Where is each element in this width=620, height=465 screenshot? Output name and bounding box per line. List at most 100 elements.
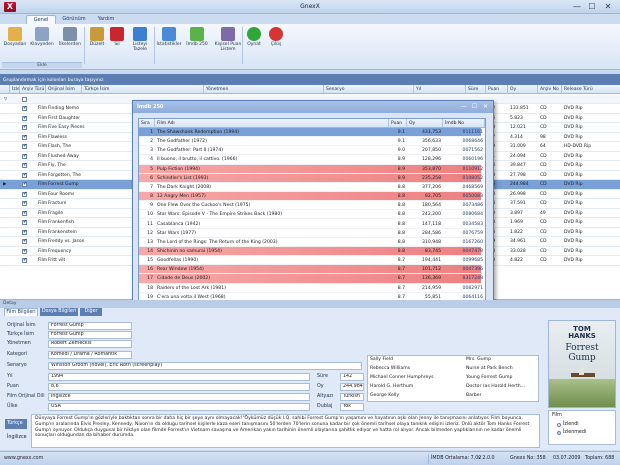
lang-tab-english[interactable]: İngilizce [5,433,27,443]
imdb-row[interactable]: 6 Schindler's List (1993) 8.9 235,258 010805… [139,173,483,183]
imdb-row[interactable]: 10 Star Wars: Episode V - The Empire Stri… [139,210,483,220]
cell-votes: 33.028 [510,248,526,254]
grid-column-header[interactable]: Puan [486,85,508,94]
grid-column-header[interactable]: Arşiv Türü [20,85,46,94]
imdb-row[interactable]: 15 Goodfellas (1990) 8.7 194,441 0099685 [139,256,483,266]
imdb-row[interactable]: 16 Rear Window (1954) 8.7 101,712 0047396 [139,265,483,275]
grid-column-header[interactable]: Yönetmen [204,85,324,94]
dubbing-field[interactable]: Yok [340,403,364,411]
plot-summary[interactable]: Dünyaya Forrest Gump'ın gözleriyle baktı… [31,414,540,448]
refresh-list-button[interactable]: Listeyi Tazele [128,27,152,52]
year-field[interactable]: 1994 [48,373,310,381]
tab-other[interactable]: Diğer [80,308,102,316]
orig-name-field[interactable]: Forrest Gump [48,322,132,330]
grid-column-header[interactable]: Orijinal İsim [46,85,82,94]
score-field[interactable]: 8,6 [48,383,310,391]
edit-button[interactable]: Düzelt [86,27,108,47]
watched-checkbox[interactable] [22,153,27,159]
watched-checkbox[interactable] [22,172,27,178]
watched-checkbox[interactable] [22,200,27,206]
imdb-column-header[interactable]: Sıra [139,119,155,128]
watched-checkbox[interactable] [22,238,27,244]
grid-column-header[interactable]: İzlendi [10,85,20,94]
imdb-column-header[interactable]: Film Adı [155,119,389,128]
statistics-button[interactable]: İstatistikler [155,27,183,47]
from-file-button[interactable]: Dosyadan [2,27,28,47]
watched-checkbox[interactable] [22,143,27,149]
imdb-row[interactable]: 4 Il buono, il brutto, il cattivo. (1966)… [139,155,483,165]
imdb-column-header[interactable]: Oy [407,119,443,128]
watched-checkbox[interactable] [22,134,27,140]
tab-file-info[interactable]: Dosya Bilgileri [40,308,78,316]
grid-column-header[interactable]: Süre [466,85,486,94]
subtitle-label: Altyazı [317,394,334,399]
dialog-maximize-button[interactable]: ☐ [470,103,479,111]
grid-column-header[interactable]: Release Türü [562,85,620,94]
watched-checkbox[interactable] [22,181,27,187]
exit-button[interactable]: Çıkış [266,27,286,47]
imdb-row[interactable]: 11 Casablanca (1942) 8.8 147,118 0034583 [139,220,483,229]
scenario-field[interactable]: Winston Groom (novel), Eric Roth (screen… [48,362,362,370]
delete-button[interactable]: Sil [108,27,126,47]
grid-column-header[interactable]: Türkçe İsim [82,85,204,94]
category-field[interactable]: Komedi / Drama / Romantik [48,351,132,359]
imdb-row[interactable]: 5 Pulp Fiction (1994) 8.9 353,870 0110912 [139,164,483,174]
play-button[interactable]: Oynat [244,27,264,47]
watched-checkbox[interactable] [22,257,27,263]
personal-list-button[interactable]: Kişisel Puan Listem [213,27,243,52]
imdb-column-header[interactable]: İmdb No [443,119,485,128]
imdb-row[interactable]: 9 One Flew Over the Cuckoo's Nest (1975) 8… [139,201,483,211]
watched-checkbox[interactable] [22,191,27,197]
watched-checkbox[interactable] [22,210,27,216]
grid-column-header[interactable]: Yıl [414,85,466,94]
watched-checkbox[interactable] [22,219,27,225]
grid-column-header[interactable]: Senaryo [324,85,414,94]
close-button[interactable]: ✕ [601,1,615,12]
imdb-row[interactable]: 18 Raiders of the Lost Ark (1981) 8.7 214,9… [139,284,483,293]
tab-genel[interactable]: Genel [26,15,56,24]
grid-column-header[interactable]: Oy [508,85,538,94]
from-list-button[interactable]: İlkelerden [56,27,84,47]
maximize-button[interactable]: ☐ [585,1,599,12]
tr-name-field[interactable]: Forrest Gump [48,331,132,339]
table-scrollbar[interactable] [485,119,486,314]
watched-checkbox[interactable] [22,115,27,121]
imdb-row[interactable]: 12 Star Wars (1977) 8.8 284,586 0076759 [139,229,483,238]
imdb-row[interactable]: 17 Cidade de Deus (2002) 8.7 136,369 0317248 [139,274,483,284]
cast-list[interactable]: Sally Field Mrs. Gump Rebecca Williams N… [367,355,539,402]
watched-checkbox[interactable] [22,105,27,111]
imdb-row[interactable]: 2 The Godfather (1972) 9.1 356,633 0068646 [139,137,483,147]
director-field[interactable]: Robert Zemeckis [48,340,132,348]
imdb-row[interactable]: 13 The Lord of the Rings: The Return of t… [139,238,483,247]
language-field[interactable]: İngilizce [48,393,310,401]
subtitle-field[interactable]: Turkish [340,393,364,401]
filter-checkbox[interactable] [22,96,27,102]
watched-checkbox[interactable] [22,248,27,254]
votes-field[interactable]: 244.984 [340,383,364,391]
country-field[interactable]: USA [48,403,310,411]
dialog-minimize-button[interactable]: — [459,103,468,111]
watched-checkbox[interactable] [22,162,27,168]
watched-checkbox[interactable] [22,124,27,130]
dialog-title-bar[interactable] [133,101,493,113]
dialog-close-button[interactable]: ✕ [481,103,490,111]
imdb-row[interactable]: 14 Shichinin no samurai (1954) 8.8 83,745 00… [139,246,483,257]
imdb-row[interactable]: 3 The Godfather: Part II (1974) 9.0 207,850… [139,146,483,156]
imdb-column-header[interactable]: Puan [389,119,407,128]
from-keyboard-button[interactable]: Klavyeden [28,27,56,47]
imdb250-button[interactable]: İmdb 250 [183,27,211,47]
imdb-row[interactable]: 1 The Shawshank Redemption (1994) 9.1 431,7… [139,128,483,138]
imdb-row[interactable]: 7 The Dark Knight (2008) 8.8 377,206 0468569 [139,183,483,193]
minimize-button[interactable]: — [570,1,584,12]
imdb-row[interactable]: 8 12 Angry Men (1957) 8.8 92,705 0050083 [139,192,483,202]
duration-field[interactable]: 142 [340,373,364,381]
tab-yardim[interactable]: Yardım [92,15,120,24]
tab-gorunum[interactable]: Görünüm [58,15,90,24]
cell-orig: Finding Nemo [48,106,79,111]
filter-icon[interactable]: ▽ [2,95,7,104]
watched-checkbox[interactable] [22,229,27,235]
grid-column-header[interactable]: Arşiv No [538,85,562,94]
tab-film-info[interactable]: Film Bilgileri [4,308,38,316]
lang-tab-turkish[interactable]: Türkçe [5,419,27,429]
statistics-label: İstatistikler [156,42,182,47]
